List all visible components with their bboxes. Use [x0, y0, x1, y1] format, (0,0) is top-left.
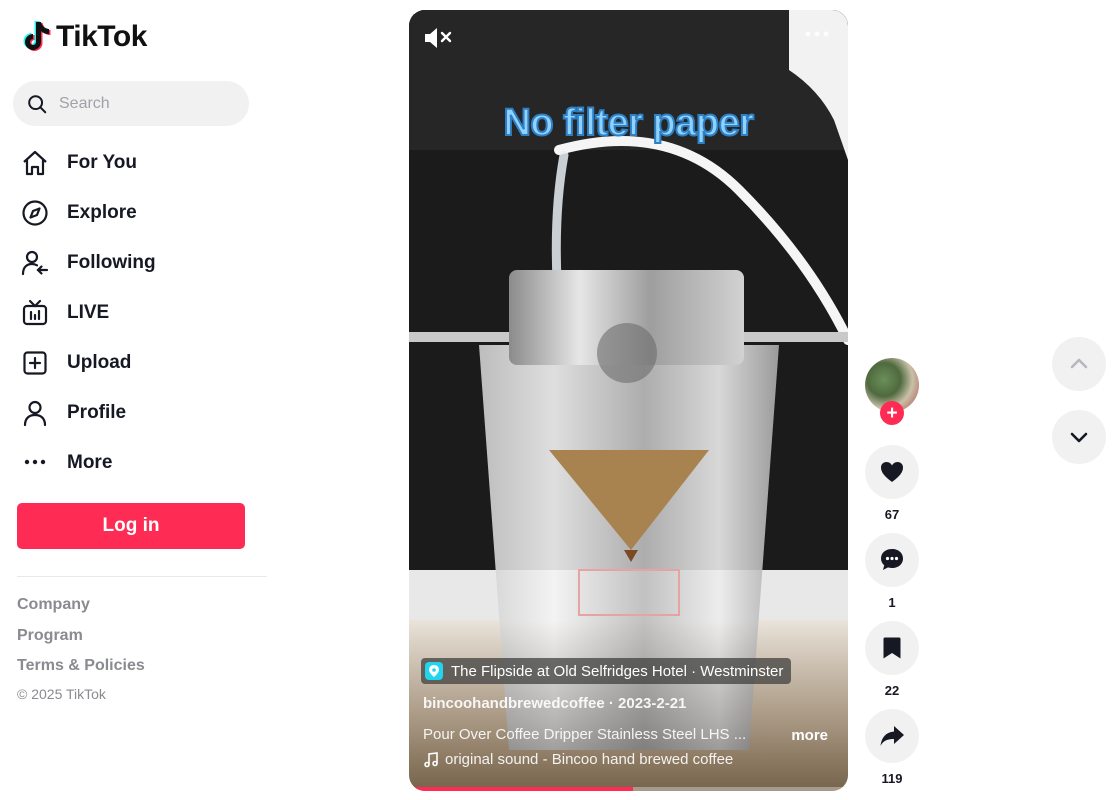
nav-item-live[interactable]: LIVE — [20, 288, 270, 338]
footer-link-terms[interactable]: Terms & Policies — [17, 657, 145, 688]
nav-item-for-you[interactable]: For You — [20, 138, 270, 188]
next-video-button[interactable] — [1052, 410, 1106, 464]
nav-item-profile[interactable]: Profile — [20, 388, 270, 438]
follow-plus-icon[interactable]: + — [880, 401, 904, 425]
author-line[interactable]: bincoohandbrewedcoffee · 2023-2-21 — [423, 695, 686, 712]
save-button[interactable] — [865, 621, 919, 675]
like-count: 67 — [884, 507, 900, 522]
nav-label: Profile — [67, 402, 127, 423]
nav-label: LIVE — [67, 302, 110, 323]
previous-video-button[interactable] — [1052, 337, 1106, 391]
heart-icon — [881, 462, 903, 482]
like-button[interactable] — [865, 445, 919, 499]
brand-name: TikTok — [56, 20, 147, 53]
video-player[interactable]: No filter paper The Flipside at Old Self… — [409, 10, 848, 791]
comment-icon — [881, 549, 903, 570]
search-icon — [28, 94, 47, 113]
comment-action: 1 — [865, 533, 919, 611]
action-bar: + 67 1 22 119 — [865, 358, 921, 787]
live-icon — [20, 298, 50, 328]
tiktok-note-icon — [23, 21, 51, 51]
more-icon — [20, 448, 50, 478]
like-action: 67 — [865, 445, 919, 523]
sidebar: TikTok For You Explore — [0, 0, 280, 800]
more-link[interactable]: more — [791, 727, 828, 744]
nav-item-following[interactable]: Following — [20, 238, 270, 288]
sidebar-divider — [17, 576, 267, 577]
chevron-down-icon — [1070, 432, 1088, 443]
share-count: 119 — [881, 771, 903, 786]
save-count: 22 — [884, 683, 900, 698]
footer-links: Company Program Terms & Policies — [17, 596, 145, 688]
more-options-icon[interactable] — [804, 30, 830, 38]
save-action: 22 — [865, 621, 919, 699]
comment-count: 1 — [888, 595, 896, 610]
footer-link-company[interactable]: Company — [17, 596, 145, 627]
share-button[interactable] — [865, 709, 919, 763]
video-progress-fill — [409, 787, 633, 791]
search-box[interactable] — [13, 81, 249, 126]
following-icon — [20, 248, 50, 278]
login-button[interactable]: Log in — [17, 503, 245, 549]
nav-item-upload[interactable]: Upload — [20, 338, 270, 388]
share-action: 119 — [865, 709, 919, 787]
location-tag[interactable]: The Flipside at Old Selfridges Hotel · W… — [421, 658, 792, 684]
profile-icon — [20, 398, 50, 428]
nav-label: Explore — [67, 202, 137, 223]
mute-icon[interactable] — [423, 27, 453, 49]
upload-icon — [20, 348, 50, 378]
location-pin-icon — [425, 662, 443, 680]
creator-avatar[interactable]: + — [865, 358, 919, 426]
nav-label: Upload — [67, 352, 132, 373]
nav-label: Following — [67, 252, 156, 273]
comment-button[interactable] — [865, 533, 919, 587]
video-progress-bar[interactable] — [409, 787, 848, 791]
share-icon — [880, 726, 904, 746]
chevron-up-icon — [1070, 358, 1088, 369]
location-label: The Flipside at Old Selfridges Hotel · W… — [451, 662, 784, 680]
home-icon — [20, 148, 50, 178]
bookmark-icon — [883, 637, 901, 659]
search-input[interactable] — [59, 94, 229, 113]
sound-link[interactable]: original sound - Bincoo hand brewed coff… — [423, 751, 733, 768]
footer-link-program[interactable]: Program — [17, 627, 145, 658]
nav-item-explore[interactable]: Explore — [20, 188, 270, 238]
nav-label: For You — [67, 152, 138, 173]
compass-icon — [20, 198, 50, 228]
tiktok-logo[interactable]: TikTok — [22, 20, 147, 54]
music-note-icon — [424, 751, 438, 767]
main-nav: For You Explore Following LIVE Upload Pr… — [20, 138, 270, 488]
nav-label: More — [67, 452, 113, 473]
nav-item-more[interactable]: More — [20, 438, 270, 488]
copyright: © 2025 TikTok — [17, 686, 106, 702]
sound-label: original sound - Bincoo hand brewed coff… — [445, 751, 734, 768]
video-caption: No filter paper — [502, 101, 755, 145]
video-description: Pour Over Coffee Dripper Stainless Steel… — [423, 726, 747, 743]
